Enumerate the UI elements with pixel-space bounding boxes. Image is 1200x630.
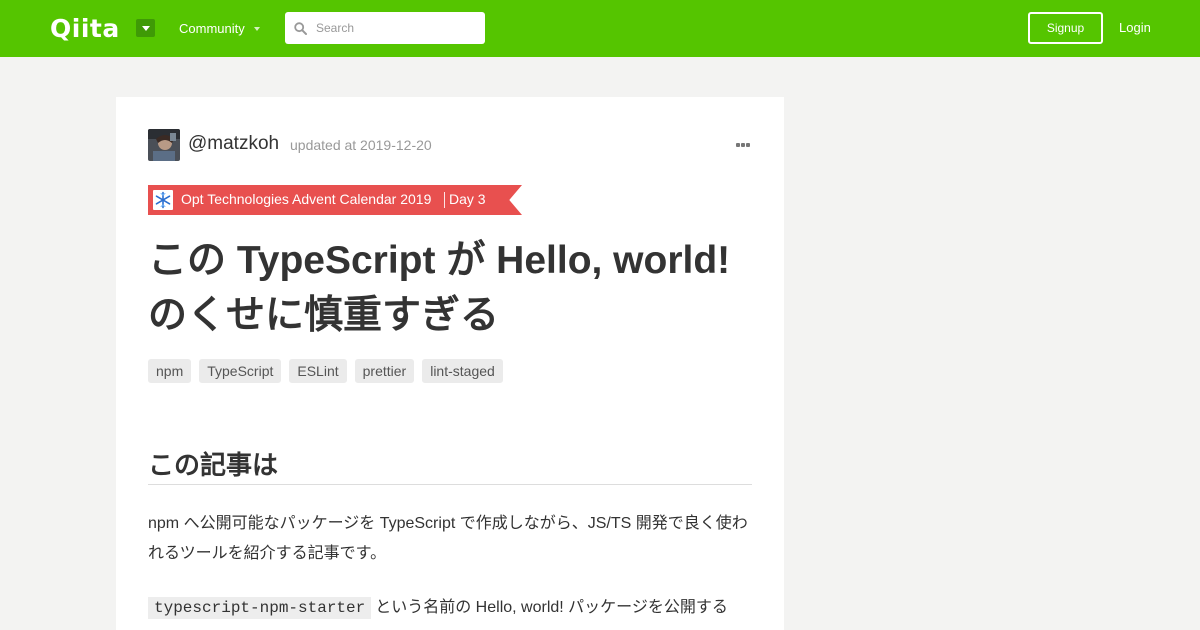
- caret-down-icon: [253, 26, 260, 31]
- author-avatar[interactable]: [148, 129, 180, 161]
- author-username[interactable]: @matzkoh: [188, 133, 279, 155]
- calendar-day: Day 3: [449, 191, 486, 207]
- ribbon-divider: [444, 192, 445, 208]
- login-link[interactable]: Login: [1119, 20, 1151, 35]
- community-label: Community: [179, 21, 245, 36]
- tag-list: npm TypeScript ESLint prettier lint-stag…: [148, 359, 503, 383]
- community-menu[interactable]: Community: [179, 21, 260, 36]
- article-title: この TypeScript が Hello, world! のくせに慎重すぎる: [148, 239, 731, 337]
- more-options-icon[interactable]: [736, 143, 750, 147]
- second-paragraph-text: という名前の Hello, world! パッケージを公開する: [375, 599, 728, 616]
- snowflake-icon: [153, 190, 173, 210]
- inline-code: typescript-npm-starter: [148, 597, 372, 619]
- tag-typescript[interactable]: TypeScript: [199, 359, 282, 383]
- search-icon: [294, 22, 307, 35]
- signup-button[interactable]: Signup: [1028, 12, 1103, 44]
- heading-divider: [148, 484, 752, 485]
- tag-eslint[interactable]: ESLint: [289, 359, 347, 383]
- top-navbar: Qiita Community Signup Login: [0, 0, 1200, 57]
- calendar-title: Opt Technologies Advent Calendar 2019: [181, 191, 432, 207]
- tag-prettier[interactable]: prettier: [354, 359, 415, 383]
- section-heading: この記事は: [148, 450, 279, 480]
- search-input[interactable]: [316, 18, 476, 38]
- article-card: @matzkoh updated at 2019-12-20 Opt Techn…: [116, 97, 784, 630]
- qiita-logo[interactable]: Qiita: [50, 13, 120, 43]
- tag-lint-staged[interactable]: lint-staged: [422, 359, 503, 383]
- advent-calendar-ribbon[interactable]: Opt Technologies Advent Calendar 2019 Da…: [148, 185, 522, 215]
- second-paragraph: typescript-npm-starter という名前の Hello, worl…: [148, 594, 768, 622]
- updated-date: updated at 2019-12-20: [290, 137, 432, 153]
- intro-paragraph: npm へ公開可能なパッケージを TypeScript で作成しながら、JS/T…: [148, 515, 748, 562]
- chevron-down-icon[interactable]: [136, 19, 155, 37]
- search-box[interactable]: [285, 12, 485, 44]
- tag-npm[interactable]: npm: [148, 359, 192, 383]
